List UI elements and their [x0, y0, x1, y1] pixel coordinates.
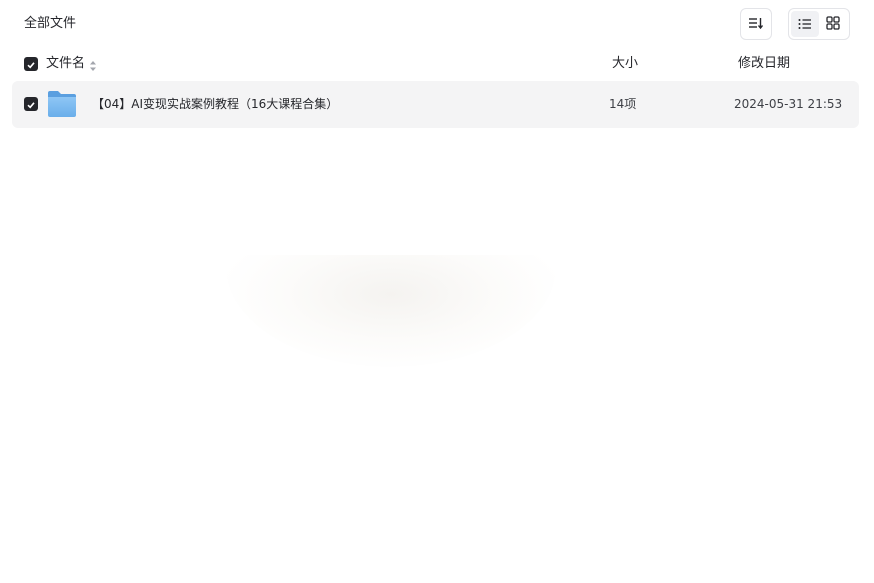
row-checkbox[interactable]: [24, 97, 38, 111]
column-name-header[interactable]: 文件名: [46, 55, 85, 73]
check-icon: [26, 55, 36, 74]
file-name[interactable]: 【04】AI变现实战案例教程（16大课程合集）: [92, 96, 338, 112]
check-icon: [26, 95, 36, 114]
grid-view-icon: [826, 15, 840, 34]
column-date-header: 修改日期: [738, 56, 791, 71]
file-modified-date: 2024-05-31 21:53: [734, 97, 843, 111]
file-size: 14项: [609, 97, 637, 111]
sort-button[interactable]: [740, 8, 772, 40]
breadcrumb[interactable]: 全部文件: [24, 15, 76, 33]
list-view-button[interactable]: [791, 11, 819, 37]
background-glow: [226, 255, 556, 367]
select-all-checkbox[interactable]: [24, 57, 38, 71]
table-header: 文件名 大小 修改日期: [12, 52, 859, 76]
column-size-header: 大小: [612, 56, 639, 71]
sort-toggle-icon[interactable]: [89, 57, 97, 76]
sort-descending-icon: [748, 15, 764, 34]
file-browser: 全部文件 文件名 大小 修改日期 【04】AI变现实战案例教程（16大课程合集）…: [0, 0, 874, 583]
list-view-icon: [798, 15, 812, 34]
table-row[interactable]: 【04】AI变现实战案例教程（16大课程合集） 14项 2024-05-31 2…: [12, 81, 859, 128]
view-switcher: [788, 8, 850, 40]
folder-icon: [47, 90, 77, 122]
grid-view-button[interactable]: [819, 11, 847, 37]
